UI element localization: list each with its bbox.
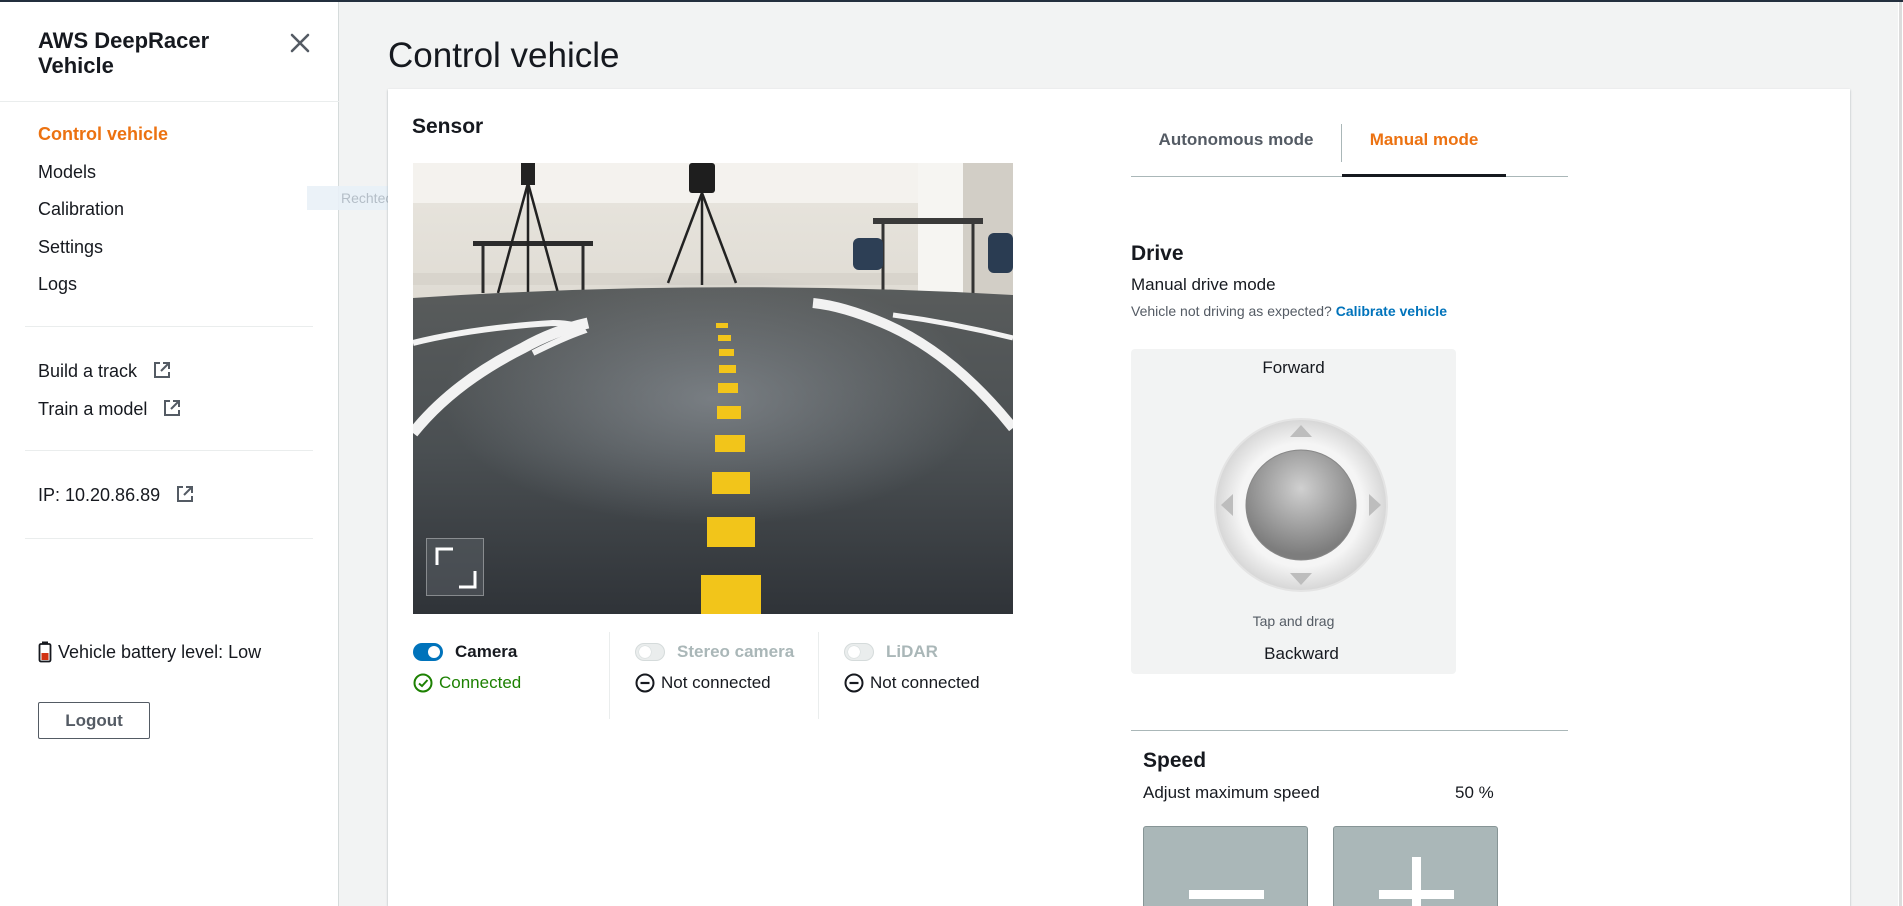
camera-feed	[413, 163, 1013, 614]
sidebar-item-settings[interactable]: Settings	[38, 236, 103, 258]
fullscreen-icon	[435, 547, 477, 589]
battery-low-icon	[38, 641, 52, 663]
stereo-camera-label: Stereo camera	[677, 642, 795, 661]
close-icon[interactable]	[285, 28, 315, 58]
sensor-status-row: Camera Connected Stereo camera Not conne…	[413, 632, 1013, 719]
forward-label: Forward	[1262, 358, 1325, 377]
camera-toggle[interactable]	[413, 643, 443, 661]
sidebar: AWS DeepRacer Vehicle Control vehicle Mo…	[0, 2, 339, 906]
sidebar-link-build-track[interactable]: Build a track	[38, 360, 172, 382]
stereo-camera-toggle[interactable]	[635, 643, 665, 661]
build-track-label: Build a track	[38, 361, 138, 381]
not-connected-icon	[844, 673, 864, 693]
sidebar-link-train-model[interactable]: Train a model	[38, 398, 182, 420]
tab-autonomous-mode[interactable]: Autonomous mode	[1131, 119, 1341, 177]
drive-help-text: Vehicle not driving as expected?	[1131, 303, 1332, 319]
scrollbar[interactable]	[1898, 2, 1903, 906]
check-circle-icon	[413, 673, 433, 693]
sidebar-item-models[interactable]: Models	[38, 161, 96, 183]
speed-subtitle: Adjust maximum speed	[1143, 783, 1320, 802]
sidebar-divider	[0, 101, 339, 102]
battery-status: Vehicle battery level: Low	[38, 641, 261, 663]
sidebar-divider	[25, 538, 313, 539]
sidebar-item-control-vehicle[interactable]: Control vehicle	[38, 123, 168, 145]
fullscreen-button[interactable]	[426, 538, 484, 596]
sidebar-item-calibration[interactable]: Calibration	[38, 198, 124, 220]
tap-and-drag-hint: Tap and drag	[1252, 613, 1335, 629]
camera-label: Camera	[455, 642, 518, 661]
sidebar-item-logs[interactable]: Logs	[38, 273, 77, 295]
joystick[interactable]	[1213, 417, 1389, 593]
sensor-stereo-camera: Stereo camera Not connected	[609, 632, 818, 719]
sidebar-divider	[25, 450, 313, 451]
calibrate-vehicle-link[interactable]: Calibrate vehicle	[1336, 303, 1447, 319]
lidar-toggle[interactable]	[844, 643, 874, 661]
lidar-label: LiDAR	[886, 642, 938, 661]
joystick-area: Forward Tap and drag Backward	[1131, 349, 1456, 674]
stereo-camera-status: Not connected	[661, 673, 771, 692]
lidar-status: Not connected	[870, 673, 980, 692]
battery-label: Vehicle battery level: Low	[58, 641, 262, 662]
speed-value: 50 %	[1455, 783, 1494, 802]
train-model-label: Train a model	[38, 399, 148, 419]
tab-manual-mode[interactable]: Manual mode	[1342, 119, 1506, 177]
sensor-lidar: LiDAR Not connected	[818, 632, 1013, 719]
sidebar-divider	[25, 326, 313, 327]
sidebar-title: AWS DeepRacer Vehicle	[38, 28, 210, 78]
drive-help: Vehicle not driving as expected? Calibra…	[1131, 303, 1447, 319]
backward-label: Backward	[1264, 644, 1339, 663]
camera-feed-image	[413, 163, 1013, 614]
increase-speed-button[interactable]	[1333, 826, 1498, 906]
drive-subtitle: Manual drive mode	[1131, 275, 1276, 294]
drive-title: Drive	[1131, 242, 1184, 265]
sensor-title: Sensor	[412, 115, 484, 138]
external-link-icon	[177, 486, 194, 502]
mode-tabs: Autonomous mode Manual mode	[1131, 119, 1568, 177]
sidebar-link-ip[interactable]: IP: 10.20.86.89	[38, 484, 195, 506]
speed-title: Speed	[1143, 749, 1207, 772]
control-panel: Sensor Camera Connected Stereo camera No…	[388, 89, 1850, 906]
page-title: Control vehicle	[388, 36, 620, 75]
external-link-icon	[154, 362, 171, 378]
not-connected-icon	[635, 673, 655, 693]
sensor-camera: Camera Connected	[413, 632, 609, 719]
camera-status: Connected	[439, 673, 522, 692]
ip-address: IP: 10.20.86.89	[38, 485, 161, 505]
speed-divider	[1131, 730, 1568, 731]
external-link-icon	[164, 400, 181, 416]
logout-button[interactable]: Logout	[38, 702, 150, 739]
decrease-speed-button[interactable]	[1143, 826, 1308, 906]
minus-icon	[1189, 890, 1264, 899]
